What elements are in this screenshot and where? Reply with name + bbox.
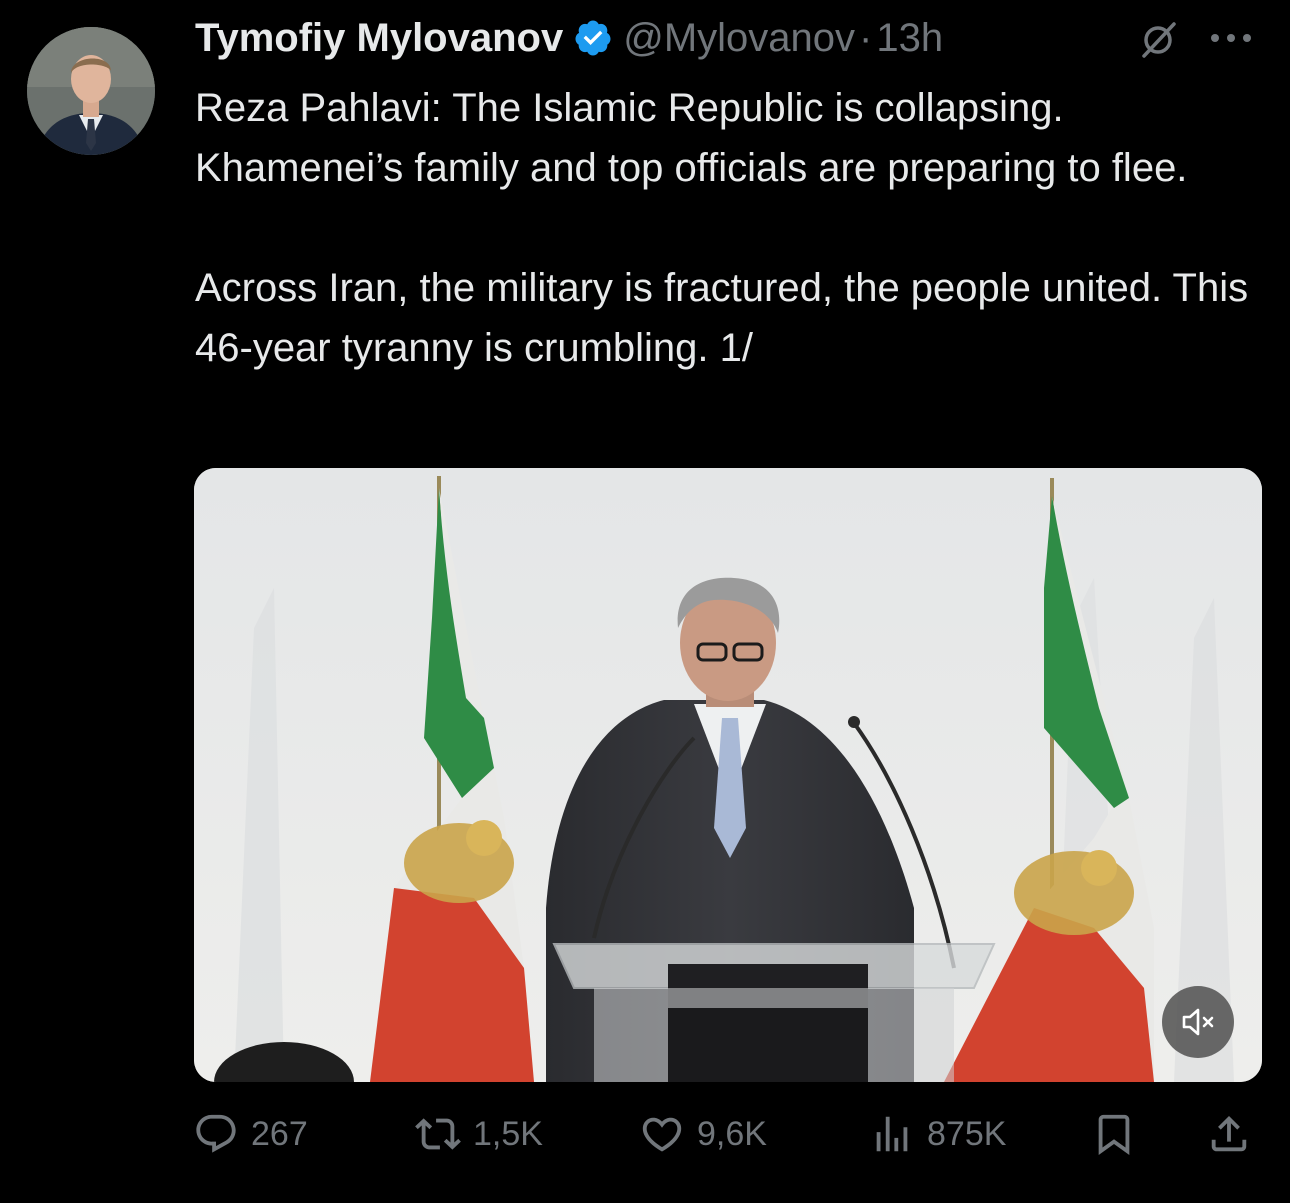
bookmark-icon: [1098, 1114, 1130, 1155]
timestamp[interactable]: 13h: [876, 16, 943, 61]
grok-icon[interactable]: [1136, 18, 1180, 62]
avatar[interactable]: [27, 27, 155, 155]
more-icon[interactable]: [1206, 28, 1256, 48]
avatar-image: [27, 27, 155, 155]
video-player[interactable]: [194, 468, 1262, 1082]
separator-dot: ·: [859, 15, 873, 60]
tweet-paragraph: Across Iran, the military is fractured, …: [195, 266, 1249, 370]
display-name[interactable]: Tymofiy Mylovanov: [195, 16, 563, 61]
speaker-muted-icon: [1182, 1008, 1214, 1036]
retweet-icon: [415, 1118, 461, 1150]
retweet-button[interactable]: 1,5K: [415, 1108, 543, 1160]
views-icon: [876, 1116, 908, 1152]
like-count: 9,6K: [697, 1114, 767, 1153]
tweet-paragraph: Reza Pahlavi: The Islamic Republic is co…: [195, 86, 1188, 190]
video-frame: [194, 468, 1262, 1082]
mute-button[interactable]: [1162, 986, 1234, 1058]
tweet[interactable]: Tymofiy Mylovanov @Mylovanov · 13h Reza …: [0, 0, 1290, 1203]
action-bar: 267 1,5K 9,6K 875K: [193, 1108, 1258, 1160]
retweet-count: 1,5K: [473, 1114, 543, 1153]
views-button[interactable]: 875K: [869, 1108, 1006, 1160]
like-button[interactable]: 9,6K: [639, 1108, 767, 1160]
tweet-header: Tymofiy Mylovanov @Mylovanov · 13h: [195, 10, 943, 66]
share-button[interactable]: [1206, 1108, 1252, 1160]
tweet-text: Reza Pahlavi: The Islamic Republic is co…: [195, 78, 1265, 378]
verified-badge-icon: [573, 18, 613, 58]
reply-icon: [196, 1114, 236, 1153]
reply-button[interactable]: 267: [193, 1108, 308, 1160]
views-count: 875K: [927, 1114, 1007, 1153]
reply-count: 267: [251, 1114, 308, 1153]
handle[interactable]: @Mylovanov: [623, 16, 855, 61]
bookmark-button[interactable]: [1091, 1108, 1137, 1160]
heart-icon: [642, 1117, 682, 1152]
share-icon: [1211, 1115, 1247, 1152]
